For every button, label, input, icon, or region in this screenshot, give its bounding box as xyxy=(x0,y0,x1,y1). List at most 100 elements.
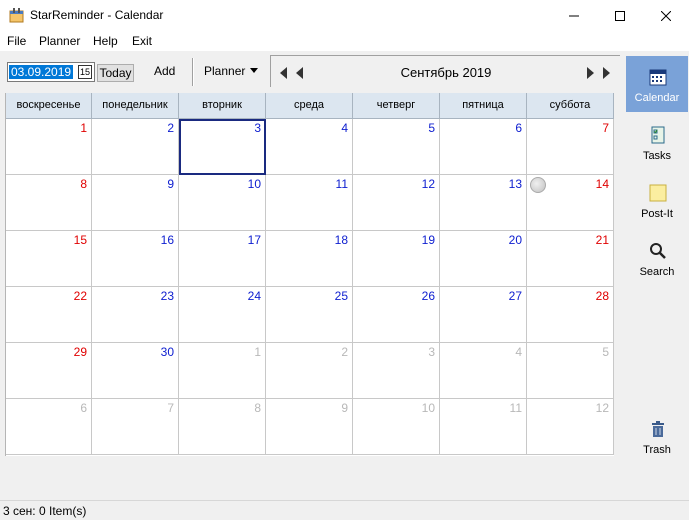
day-cell[interactable]: 4 xyxy=(266,119,353,175)
day-number: 17 xyxy=(247,233,261,247)
day-header: пятница xyxy=(440,93,527,119)
day-cell[interactable]: 16 xyxy=(92,231,179,287)
chevron-down-icon[interactable] xyxy=(250,68,258,73)
day-cell[interactable]: 17 xyxy=(179,231,266,287)
day-cell[interactable]: 14 xyxy=(527,175,614,231)
day-cell[interactable]: 3 xyxy=(353,343,440,399)
view-dropdown[interactable]: Planner xyxy=(204,64,245,78)
day-cell[interactable]: 25 xyxy=(266,287,353,343)
day-cell[interactable]: 1 xyxy=(6,119,92,175)
day-cell[interactable]: 13 xyxy=(440,175,527,231)
day-cell[interactable]: 2 xyxy=(92,119,179,175)
day-cell[interactable]: 9 xyxy=(266,399,353,455)
day-cell[interactable]: 21 xyxy=(527,231,614,287)
day-header: четверг xyxy=(353,93,440,119)
day-cell[interactable]: 12 xyxy=(353,175,440,231)
day-cell[interactable]: 3 xyxy=(179,119,266,175)
day-number: 13 xyxy=(508,177,522,191)
day-cell[interactable]: 4 xyxy=(440,343,527,399)
add-button[interactable]: Add xyxy=(154,64,175,78)
day-number: 27 xyxy=(508,289,522,303)
day-number: 8 xyxy=(254,401,261,415)
day-cell[interactable]: 30 xyxy=(92,343,179,399)
month-navigator: Сентябрь 2019 xyxy=(270,55,620,87)
menu-help[interactable]: Help xyxy=(93,34,118,48)
day-number: 28 xyxy=(595,289,609,303)
day-cell[interactable]: 23 xyxy=(92,287,179,343)
day-cell[interactable]: 1 xyxy=(179,343,266,399)
day-number: 1 xyxy=(254,345,261,359)
day-cell[interactable]: 8 xyxy=(6,175,92,231)
day-cell[interactable]: 11 xyxy=(266,175,353,231)
date-field[interactable]: 03.09.2019 15 xyxy=(7,62,95,82)
close-button[interactable] xyxy=(643,0,689,31)
day-cell[interactable]: 20 xyxy=(440,231,527,287)
day-number: 26 xyxy=(421,289,435,303)
day-cell[interactable]: 2 xyxy=(266,343,353,399)
next-year-icon[interactable] xyxy=(603,67,610,79)
day-number: 12 xyxy=(595,401,609,415)
day-cell[interactable]: 5 xyxy=(353,119,440,175)
menu-bar: File Planner Help Exit xyxy=(0,31,689,51)
sidebar-item-trash[interactable]: Trash xyxy=(626,408,688,464)
day-cell[interactable]: 6 xyxy=(6,399,92,455)
day-number: 10 xyxy=(247,177,261,191)
menu-file[interactable]: File xyxy=(7,34,26,48)
day-cell[interactable]: 9 xyxy=(92,175,179,231)
day-cell[interactable]: 19 xyxy=(353,231,440,287)
day-cell[interactable]: 7 xyxy=(527,119,614,175)
trash-icon xyxy=(652,421,664,437)
window-title: StarReminder - Calendar xyxy=(30,8,164,22)
day-cell[interactable]: 6 xyxy=(440,119,527,175)
maximize-button[interactable] xyxy=(597,0,643,31)
day-number: 2 xyxy=(167,121,174,135)
day-cell[interactable]: 15 xyxy=(6,231,92,287)
day-cell[interactable]: 26 xyxy=(353,287,440,343)
day-cell[interactable]: 22 xyxy=(6,287,92,343)
sidebar-item-label: Tasks xyxy=(642,150,672,162)
day-cell[interactable]: 18 xyxy=(266,231,353,287)
calendar-icon xyxy=(649,69,667,86)
day-cell[interactable]: 11 xyxy=(440,399,527,455)
day-number: 24 xyxy=(247,289,261,303)
sidebar-item-label: Search xyxy=(639,266,675,278)
search-icon xyxy=(650,243,666,259)
today-button[interactable]: Today xyxy=(97,64,134,82)
day-number: 25 xyxy=(334,289,348,303)
day-number: 3 xyxy=(254,121,261,135)
next-month-icon[interactable] xyxy=(587,67,594,79)
menu-planner[interactable]: Planner xyxy=(39,34,80,48)
date-value: 03.09.2019 xyxy=(9,65,74,79)
menu-exit[interactable]: Exit xyxy=(132,34,152,48)
sidebar-item-tasks[interactable]: Tasks xyxy=(626,114,688,170)
sidebar-item-calendar[interactable]: Calendar xyxy=(626,56,688,112)
day-number: 18 xyxy=(334,233,348,247)
close-icon xyxy=(661,10,671,21)
date-picker-icon[interactable]: 15 xyxy=(78,65,92,79)
sidebar-item-search[interactable]: Search xyxy=(626,230,688,286)
day-cell[interactable]: 10 xyxy=(353,399,440,455)
sidebar-item-postit[interactable]: Post-It xyxy=(626,172,688,228)
sidebar-item-label: Trash xyxy=(643,444,671,456)
day-header: понедельник xyxy=(92,93,179,119)
minimize-button[interactable] xyxy=(551,0,597,31)
day-cell[interactable]: 10 xyxy=(179,175,266,231)
day-number: 1 xyxy=(80,121,87,135)
day-cell[interactable]: 5 xyxy=(527,343,614,399)
day-cell[interactable]: 7 xyxy=(92,399,179,455)
day-number: 30 xyxy=(160,345,174,359)
day-number: 3 xyxy=(428,345,435,359)
day-cell[interactable]: 27 xyxy=(440,287,527,343)
app-icon xyxy=(9,8,24,23)
day-cell[interactable]: 24 xyxy=(179,287,266,343)
day-cell[interactable]: 8 xyxy=(179,399,266,455)
sidebar-item-label: Calendar xyxy=(634,92,680,104)
sidebar: Calendar Tasks Post-It Search Trash xyxy=(622,52,689,462)
day-cell[interactable]: 12 xyxy=(527,399,614,455)
day-number: 4 xyxy=(341,121,348,135)
day-cell[interactable]: 29 xyxy=(6,343,92,399)
day-number: 7 xyxy=(602,121,609,135)
day-cell[interactable]: 28 xyxy=(527,287,614,343)
day-number: 5 xyxy=(428,121,435,135)
day-number: 22 xyxy=(73,289,87,303)
